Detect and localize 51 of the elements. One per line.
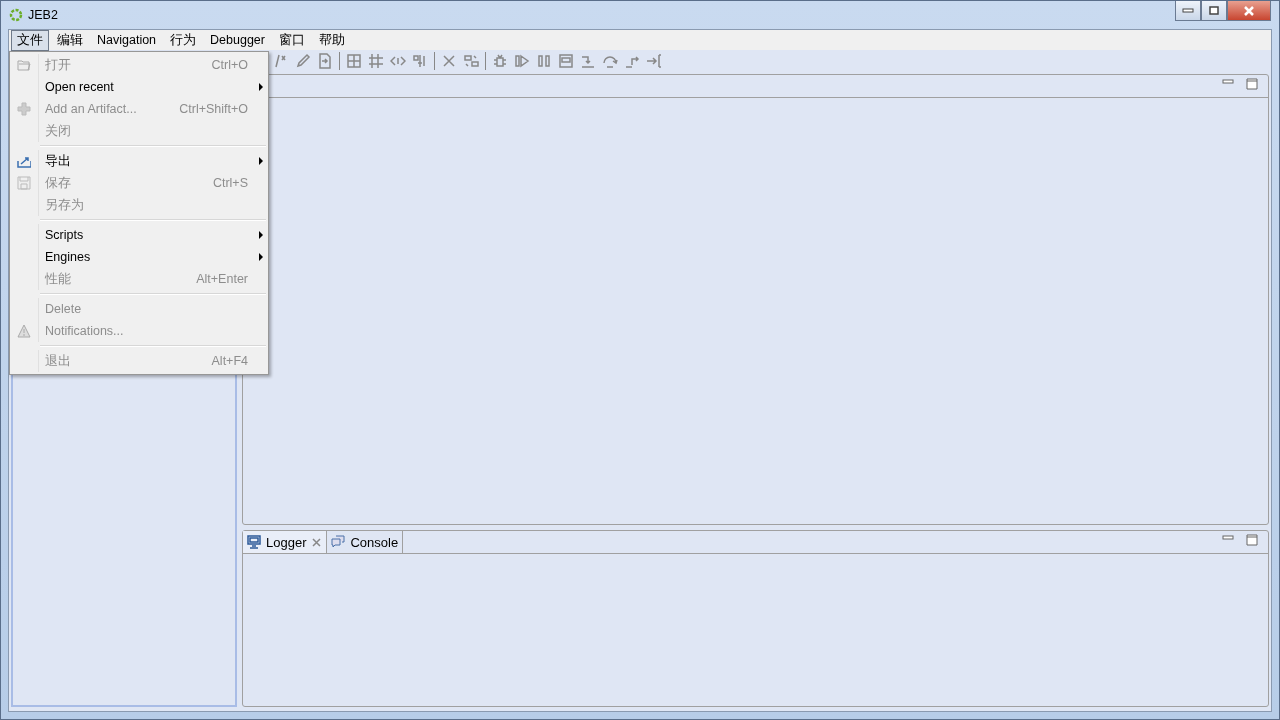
menu-entry[interactable]: Engines [10, 246, 268, 268]
maximize-view-icon [1246, 78, 1258, 90]
tree-icon[interactable] [412, 53, 428, 69]
monitor-icon [247, 535, 261, 550]
app-logo-icon [9, 8, 23, 22]
step-into-icon[interactable] [580, 53, 596, 69]
pencil-icon[interactable] [295, 53, 311, 69]
submenu-arrow-icon [258, 156, 264, 166]
run-to-line-icon[interactable] [646, 53, 662, 69]
menu-item[interactable]: Debugger [204, 31, 271, 49]
tab-close-icon [311, 536, 323, 548]
menu-entry[interactable]: Scripts [10, 224, 268, 246]
speech-bubbles-icon [331, 535, 346, 550]
plus-icon [17, 102, 31, 116]
cross-icon[interactable] [441, 53, 457, 69]
maximize-view-icon [1246, 534, 1258, 547]
menu-item[interactable]: 编辑 [51, 29, 89, 51]
stop-icon[interactable] [558, 53, 574, 69]
view-tab[interactable]: Logger [243, 531, 328, 554]
export-icon [17, 154, 31, 168]
step-return-icon[interactable] [624, 53, 640, 69]
save-icon [17, 176, 31, 190]
menu-item[interactable]: 帮助 [313, 29, 351, 51]
window-title: JEB2 [28, 8, 58, 22]
maximize-button[interactable] [1201, 1, 1227, 21]
comment-icon[interactable] [273, 53, 289, 69]
minimize-view-icon [1222, 534, 1234, 543]
folder-icon [17, 58, 31, 72]
menu-item[interactable]: 窗口 [273, 29, 311, 51]
pause-icon[interactable] [536, 53, 552, 69]
submenu-arrow-icon [258, 82, 264, 92]
maximize-icon [1207, 3, 1221, 18]
submenu-arrow-icon [258, 230, 264, 240]
step-over-icon[interactable] [602, 53, 618, 69]
resume-icon[interactable] [514, 53, 530, 69]
grid-icon[interactable] [368, 53, 384, 69]
bug-icon[interactable] [492, 53, 508, 69]
document-arrow-icon[interactable] [317, 53, 333, 69]
swap-icon[interactable] [463, 53, 479, 69]
minimize-view-icon [1222, 78, 1234, 86]
close-button[interactable] [1227, 1, 1271, 21]
menu-entry[interactable]: Open recent [10, 76, 268, 98]
menu-item[interactable]: 文件 [11, 29, 49, 51]
menu-item[interactable]: 行为 [164, 29, 203, 51]
menu-item[interactable]: Navigation [91, 31, 163, 49]
warning-icon [17, 324, 31, 338]
menu-entry[interactable]: 导出 [10, 150, 268, 172]
close-icon [1242, 3, 1256, 18]
grid-icon[interactable] [346, 53, 362, 69]
submenu-arrow-icon [258, 252, 264, 262]
minimize-button[interactable] [1175, 1, 1201, 21]
